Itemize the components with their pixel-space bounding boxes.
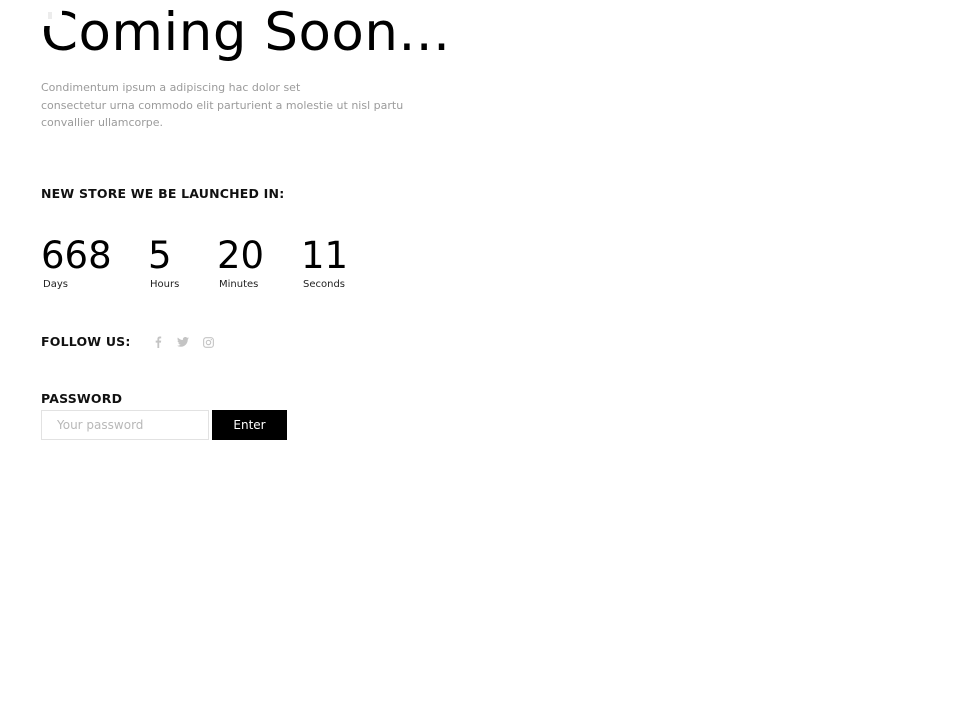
- twitter-icon: [177, 337, 189, 347]
- password-form: Enter: [41, 410, 287, 440]
- countdown-days-label: Days: [43, 279, 68, 290]
- logo-icon: [48, 12, 52, 19]
- twitter-link[interactable]: [175, 334, 191, 350]
- description-line: convallier ullamcorpe.: [41, 116, 164, 129]
- countdown-minutes: 20 Minutes: [217, 234, 264, 291]
- countdown-hours-label: Hours: [150, 279, 180, 290]
- countdown-minutes-label: Minutes: [219, 279, 259, 290]
- countdown-days-value: 668: [41, 234, 112, 277]
- facebook-link[interactable]: [150, 334, 166, 350]
- countdown-days: 668 Days: [41, 234, 112, 291]
- facebook-icon: [155, 336, 162, 348]
- countdown-seconds-value: 11: [301, 234, 349, 277]
- instagram-icon: [202, 336, 214, 348]
- description-line: Condimentum ipsum a adipiscing hac dolor…: [41, 81, 301, 94]
- social-links: [150, 334, 225, 350]
- follow-us-label: FOLLOW US:: [41, 334, 131, 349]
- countdown-hours-value: 5: [148, 234, 172, 277]
- logo[interactable]: [36, 4, 62, 26]
- password-label: PASSWORD: [41, 391, 123, 406]
- enter-button[interactable]: Enter: [212, 410, 287, 440]
- countdown-seconds-label: Seconds: [303, 279, 346, 290]
- description-line: consectetur urna commodo elit parturient…: [41, 98, 404, 112]
- countdown-hours: 5 Hours: [148, 234, 179, 291]
- countdown-minutes-value: 20: [217, 234, 265, 277]
- page-title: Coming Soon...: [41, 2, 451, 63]
- description: Condimentum ipsum a adipiscing hac dolor…: [41, 79, 404, 132]
- launch-heading: NEW STORE WE BE LAUNCHED IN:: [41, 186, 285, 201]
- password-input[interactable]: [41, 410, 209, 440]
- countdown-seconds: 11 Seconds: [301, 234, 348, 291]
- instagram-link[interactable]: [200, 334, 216, 350]
